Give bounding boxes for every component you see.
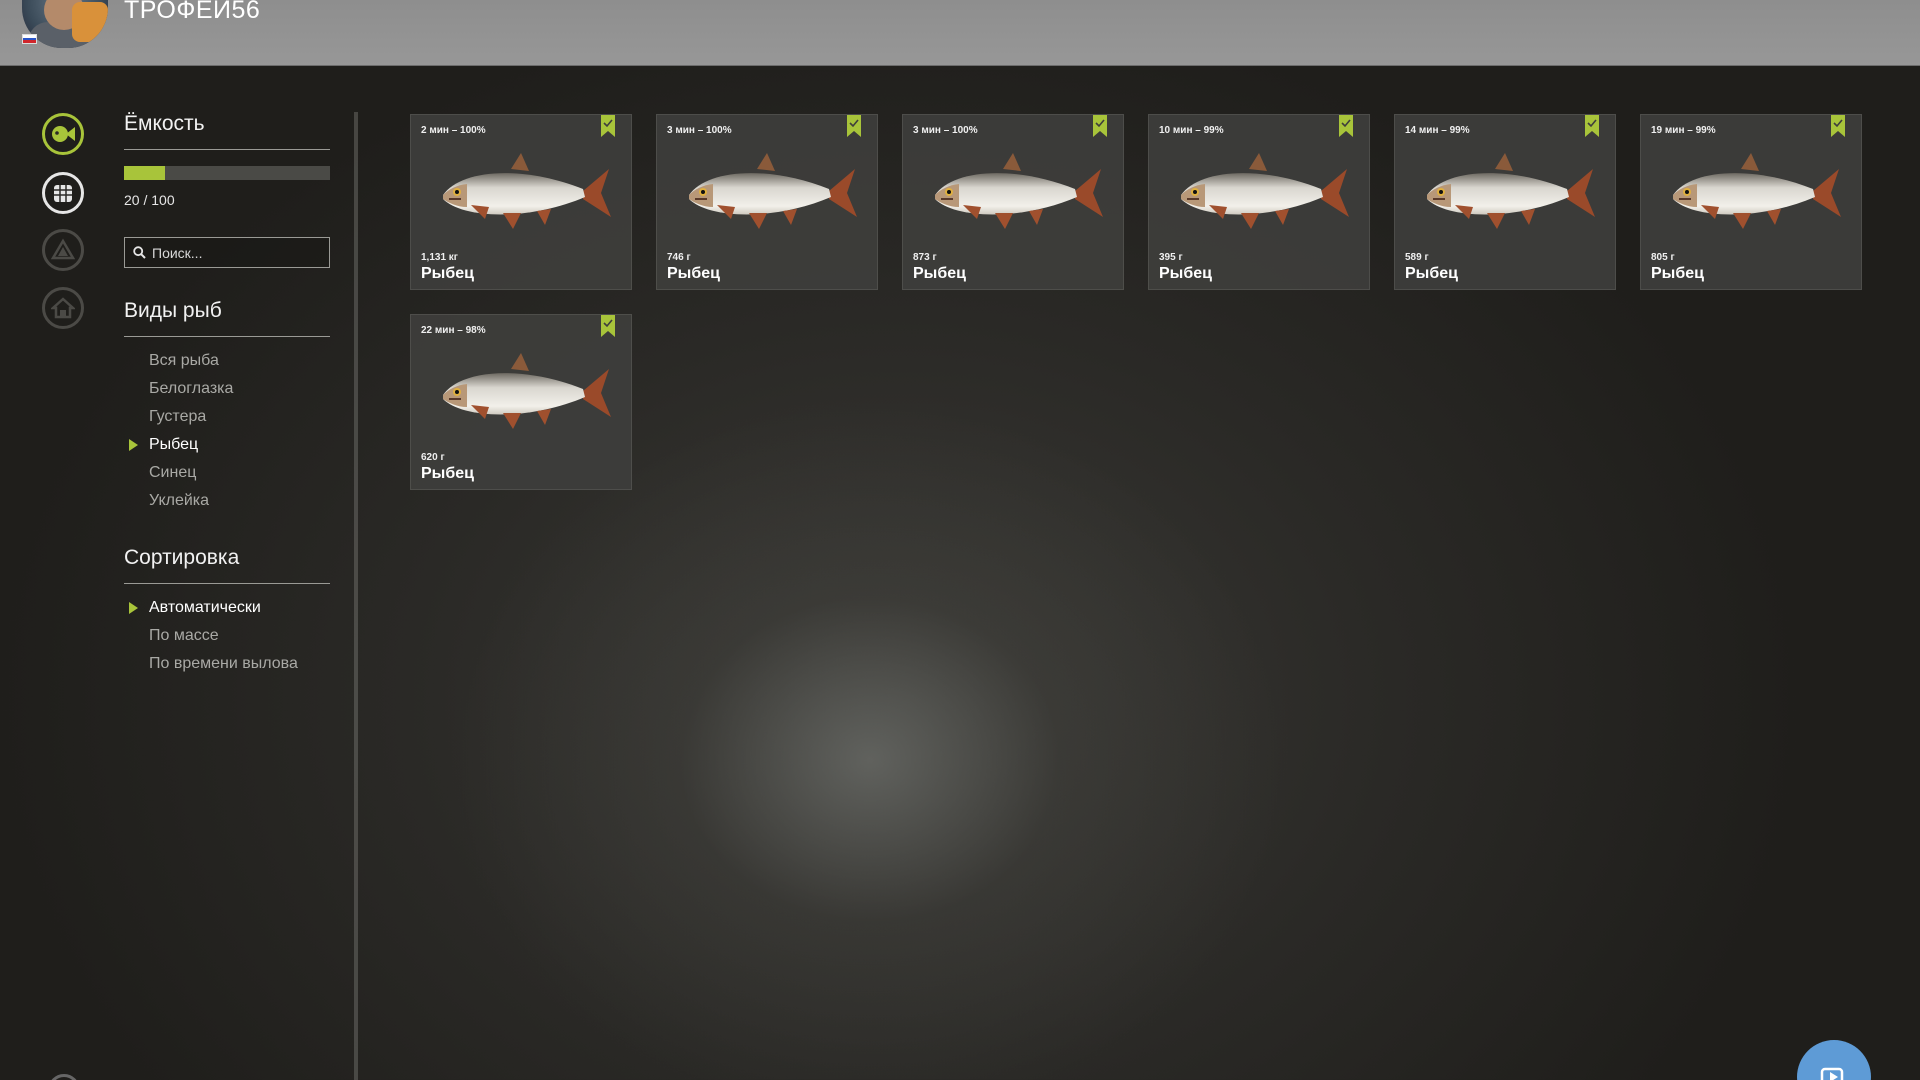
divider <box>124 149 330 150</box>
species-item-label: Синец <box>149 464 197 481</box>
sorting-item[interactable]: Автоматически <box>124 594 330 622</box>
tackle-icon[interactable] <box>42 229 84 271</box>
fish-image <box>679 147 859 237</box>
fish-name: Рыбец <box>1405 265 1458 282</box>
species-item-label: Густера <box>149 408 207 425</box>
fish-image <box>1171 147 1351 237</box>
fish-weight: 805 г <box>1651 252 1675 263</box>
divider <box>124 583 330 584</box>
sorting-item[interactable]: По массе <box>124 622 330 650</box>
capacity-progress-bar <box>124 166 330 180</box>
species-item[interactable]: Рыбец <box>124 431 330 459</box>
panel-divider <box>354 112 358 1080</box>
sorting-item[interactable]: По времени вылова <box>124 650 330 678</box>
sorting-item-label: По времени вылова <box>149 655 298 672</box>
fish-image <box>1417 147 1597 237</box>
fish-card[interactable]: 14 мин – 99% 589 г Рыбец <box>1394 114 1616 290</box>
top-bar: ТРОФЕЙ56 <box>0 0 1920 66</box>
species-item-label: Уклейка <box>149 492 210 509</box>
species-item[interactable]: Уклейка <box>124 487 330 515</box>
side-panel: Ёмкость 20 / 100 Виды рыб Вся рыба Белогл… <box>124 110 330 678</box>
fish-weight: 620 г <box>421 452 445 463</box>
avatar-hat <box>72 2 108 42</box>
search-box[interactable] <box>124 237 330 268</box>
fish-image <box>925 147 1105 237</box>
fish-card[interactable]: 10 мин – 99% 395 г Рыбец <box>1148 114 1370 290</box>
selected-arrow-icon <box>129 602 138 614</box>
bookmark-icon[interactable] <box>1339 115 1353 137</box>
fish-card[interactable]: 3 мин – 100% 746 г Рыбец <box>656 114 878 290</box>
settings-icon[interactable] <box>48 1074 80 1080</box>
catch-time-quality: 3 мин – 100% <box>913 125 978 136</box>
bookmark-icon[interactable] <box>1585 115 1599 137</box>
fish-weight: 746 г <box>667 252 691 263</box>
fish-name: Рыбец <box>667 265 720 282</box>
bookmark-icon[interactable] <box>1093 115 1107 137</box>
fish-image <box>1663 147 1843 237</box>
fish-name: Рыбец <box>421 265 474 282</box>
species-item[interactable]: Вся рыба <box>124 347 330 375</box>
keepnet-icon[interactable] <box>42 172 84 214</box>
selected-arrow-icon <box>129 439 138 451</box>
catch-time-quality: 2 мин – 100% <box>421 125 486 136</box>
bookmark-icon[interactable] <box>847 115 861 137</box>
species-item-label: Вся рыба <box>149 352 219 369</box>
catch-time-quality: 19 мин – 99% <box>1651 125 1716 136</box>
fish-name: Рыбец <box>1159 265 1212 282</box>
share-button[interactable] <box>1797 1040 1871 1080</box>
bookmark-icon[interactable] <box>601 115 615 137</box>
fish-card[interactable]: 22 мин – 98% 620 г Рыбец <box>410 314 632 490</box>
fish-weight: 873 г <box>913 252 937 263</box>
sorting-item-label: Автоматически <box>149 599 261 616</box>
sorting-list: Автоматически По массе По времени вылова <box>124 594 330 678</box>
bookmark-icon[interactable] <box>1831 115 1845 137</box>
search-input[interactable] <box>152 244 322 261</box>
share-icon <box>1820 1067 1844 1080</box>
fish-card[interactable]: 19 мин – 99% 805 г Рыбец <box>1640 114 1862 290</box>
fish-icon[interactable] <box>42 113 84 155</box>
bookmark-icon[interactable] <box>601 315 615 337</box>
species-item[interactable]: Белоглазка <box>124 375 330 403</box>
capacity-count: 20 / 100 <box>124 192 175 208</box>
fish-image <box>433 147 613 237</box>
catch-time-quality: 3 мин – 100% <box>667 125 732 136</box>
fish-weight: 589 г <box>1405 252 1429 263</box>
species-item-label: Рыбец <box>149 436 199 453</box>
capacity-title: Ёмкость <box>124 112 205 135</box>
russia-flag-icon <box>22 34 37 44</box>
divider <box>124 336 330 337</box>
sorting-title: Сортировка <box>124 546 240 569</box>
capacity-progress-fill <box>124 166 166 180</box>
player-name: ТРОФЕЙ56 <box>124 0 261 24</box>
fish-weight: 1,131 кг <box>421 252 458 263</box>
catch-time-quality: 10 мин – 99% <box>1159 125 1224 136</box>
species-item[interactable]: Синец <box>124 459 330 487</box>
fish-card[interactable]: 3 мин – 100% 873 г Рыбец <box>902 114 1124 290</box>
fish-name: Рыбец <box>1651 265 1704 282</box>
fish-card[interactable]: 2 мин – 100% 1,131 кг Рыбец <box>410 114 632 290</box>
species-item[interactable]: Густера <box>124 403 330 431</box>
fish-name: Рыбец <box>421 465 474 482</box>
search-icon <box>133 246 146 259</box>
species-item-label: Белоглазка <box>149 380 234 397</box>
fish-name: Рыбец <box>913 265 966 282</box>
species-list: Вся рыба Белоглазка Густера Рыбец Синец Уклей… <box>124 347 330 515</box>
fish-weight: 395 г <box>1159 252 1183 263</box>
catch-time-quality: 14 мин – 99% <box>1405 125 1470 136</box>
sorting-item-label: По массе <box>149 627 219 644</box>
catch-time-quality: 22 мин – 98% <box>421 325 486 336</box>
home-icon[interactable] <box>42 287 84 329</box>
fish-image <box>433 347 613 437</box>
species-title: Виды рыб <box>124 299 222 322</box>
